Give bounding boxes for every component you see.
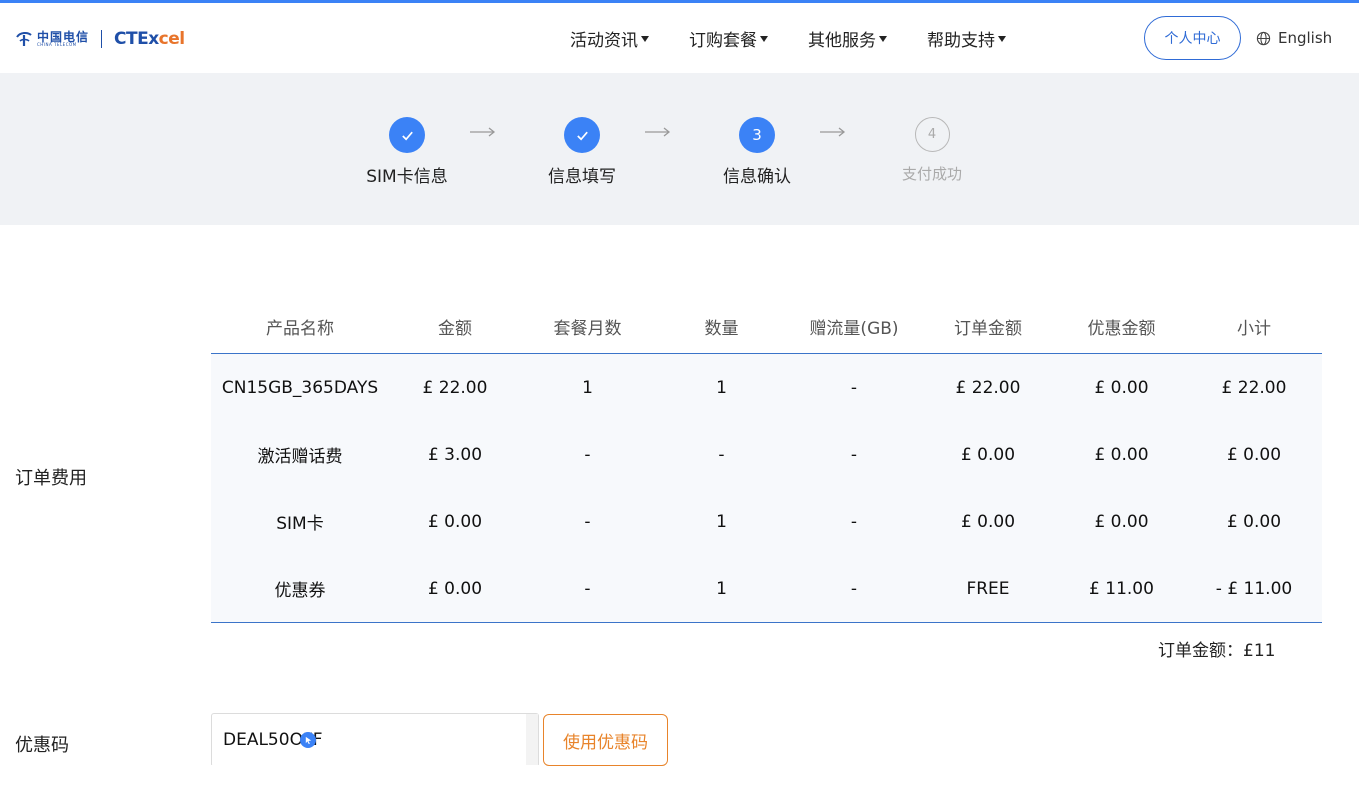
site-header: 中国电信 CHINA TELECOM CTExcel 活动资讯 订购套餐 其他服… — [0, 3, 1359, 73]
step-payment-success: 4 支付成功 — [872, 117, 992, 184]
step-info-confirm: 3 信息确认 — [697, 117, 817, 187]
table-cell: CN15GB_365DAYS — [221, 377, 379, 398]
table-cell: £ 0.00 — [960, 511, 1016, 532]
table-cell: 激活赠话费 — [257, 447, 343, 467]
china-telecom-logo: 中国电信 CHINA TELECOM — [14, 29, 89, 49]
table-row: 优惠券 £ 0.00 - 1 - FREE £ 11.00 - £ 11.00 — [211, 555, 1322, 622]
input-scrollbar — [526, 714, 538, 766]
table-cell: 1 — [716, 511, 727, 532]
table-cell: £ 22.00 — [1221, 377, 1287, 398]
coupon-code-input[interactable] — [211, 713, 539, 767]
table-cell: - £ 11.00 — [1215, 578, 1293, 599]
step-label: 支付成功 — [901, 165, 962, 183]
language-label: English — [1278, 29, 1333, 47]
order-total-value: £11 — [1243, 641, 1276, 661]
table-cell: FREE — [966, 578, 1010, 599]
table-cell: - — [850, 511, 858, 532]
table-cell: £ 0.00 — [1094, 444, 1149, 465]
column-header: 产品名称 — [266, 319, 334, 339]
order-fees-label: 订单费用 — [15, 468, 87, 489]
step-number-badge: 3 — [739, 117, 775, 153]
table-row: 激活赠话费 £ 3.00 - - - £ 0.00 £ 0.00 £ 0.00 — [211, 421, 1322, 488]
caret-down-icon — [998, 36, 1006, 42]
nav-item-services[interactable]: 其他服务 — [808, 26, 887, 51]
globe-icon — [1256, 31, 1271, 45]
table-cell: £ 22.00 — [955, 377, 1021, 398]
column-header: 小计 — [1237, 319, 1271, 339]
checkout-steps: SIM卡信息 信息填写 3 信息确认 4 支付成功 — [0, 73, 1359, 225]
ctexcel-logo: CTExcel — [114, 29, 185, 49]
column-header: 赠流量(GB) — [809, 319, 899, 339]
nav-item-support[interactable]: 帮助支持 — [927, 26, 1006, 51]
arrow-right-icon — [820, 127, 846, 137]
china-telecom-swirl-icon — [16, 31, 32, 46]
column-header: 数量 — [704, 319, 739, 339]
order-total-label: 订单金额： — [1158, 641, 1243, 661]
table-cell: £ 3.00 — [427, 444, 483, 465]
step-label: SIM卡信息 — [366, 167, 448, 187]
step-done-badge — [564, 117, 600, 153]
order-total: 订单金额：£11 — [1158, 636, 1275, 661]
column-header: 订单金额 — [954, 319, 1022, 339]
order-table: 产品名称 金额 套餐月数 数量 赠流量(GB) 订单金额 优惠金额 小计 CN1… — [211, 300, 1322, 623]
brand-logo[interactable]: 中国电信 CHINA TELECOM CTExcel — [14, 25, 185, 53]
step-label: 信息填写 — [548, 167, 616, 187]
table-cell: £ 0.00 — [1226, 511, 1282, 532]
table-cell: SIM卡 — [276, 514, 324, 534]
step-info-fill: 信息填写 — [522, 117, 642, 187]
apply-coupon-button[interactable]: 使用优惠码 — [543, 714, 668, 766]
table-cell: 1 — [582, 377, 593, 398]
language-switcher[interactable]: English — [1256, 29, 1332, 47]
personal-center-button[interactable]: 个人中心 — [1144, 16, 1241, 60]
check-icon — [401, 131, 413, 140]
nav-item-activities[interactable]: 活动资讯 — [570, 26, 649, 51]
table-row: CN15GB_365DAYS £ 22.00 1 1 - £ 22.00 £ 0… — [211, 354, 1322, 421]
table-cell: - — [718, 444, 725, 465]
table-body: CN15GB_365DAYS £ 22.00 1 1 - £ 22.00 £ 0… — [211, 354, 1322, 623]
table-cell: - — [584, 511, 591, 532]
mouse-cursor-indicator — [300, 732, 316, 748]
main-nav: 活动资讯 订购套餐 其他服务 帮助支持 — [570, 26, 1046, 51]
table-header: 产品名称 金额 套餐月数 数量 赠流量(GB) 订单金额 优惠金额 小计 — [211, 300, 1322, 354]
table-cell: £ 0.00 — [1094, 511, 1149, 532]
column-header: 套餐月数 — [553, 319, 622, 339]
brand-en-name: CHINA TELECOM — [37, 42, 77, 47]
caret-down-icon — [760, 36, 768, 42]
table-cell: £ 0.00 — [960, 444, 1016, 465]
arrow-right-icon — [470, 127, 496, 137]
table-cell: 1 — [716, 578, 727, 599]
table-cell: £ 0.00 — [427, 578, 483, 599]
step-done-badge — [389, 117, 425, 153]
coupon-code-label: 优惠码 — [15, 735, 69, 756]
table-cell: £ 22.00 — [422, 377, 488, 398]
table-cell: - — [850, 377, 858, 398]
caret-down-icon — [879, 36, 887, 42]
logo-divider — [101, 30, 103, 48]
input-edge — [211, 765, 539, 767]
table-cell: - — [584, 578, 591, 599]
step-number-badge: 4 — [914, 117, 950, 152]
table-cell: - — [850, 444, 858, 465]
table-cell: 优惠券 — [274, 581, 326, 601]
table-cell: - — [850, 578, 858, 599]
nav-item-plans[interactable]: 订购套餐 — [689, 26, 768, 51]
table-cell: £ 0.00 — [427, 511, 483, 532]
table-cell: £ 0.00 — [1226, 444, 1282, 465]
step-sim-info: SIM卡信息 — [347, 117, 467, 187]
arrow-right-icon — [645, 127, 671, 137]
table-cell: - — [584, 444, 591, 465]
caret-down-icon — [641, 36, 649, 42]
column-header: 优惠金额 — [1087, 319, 1156, 339]
table-row: SIM卡 £ 0.00 - 1 - £ 0.00 £ 0.00 £ 0.00 — [211, 488, 1322, 555]
column-header: 金额 — [438, 319, 472, 339]
step-label: 信息确认 — [723, 167, 791, 187]
check-icon — [576, 131, 588, 140]
cursor-arrow-icon — [305, 736, 311, 744]
table-cell: £ 0.00 — [1094, 377, 1149, 398]
table-cell: 1 — [716, 377, 727, 398]
table-cell: £ 11.00 — [1089, 578, 1154, 599]
